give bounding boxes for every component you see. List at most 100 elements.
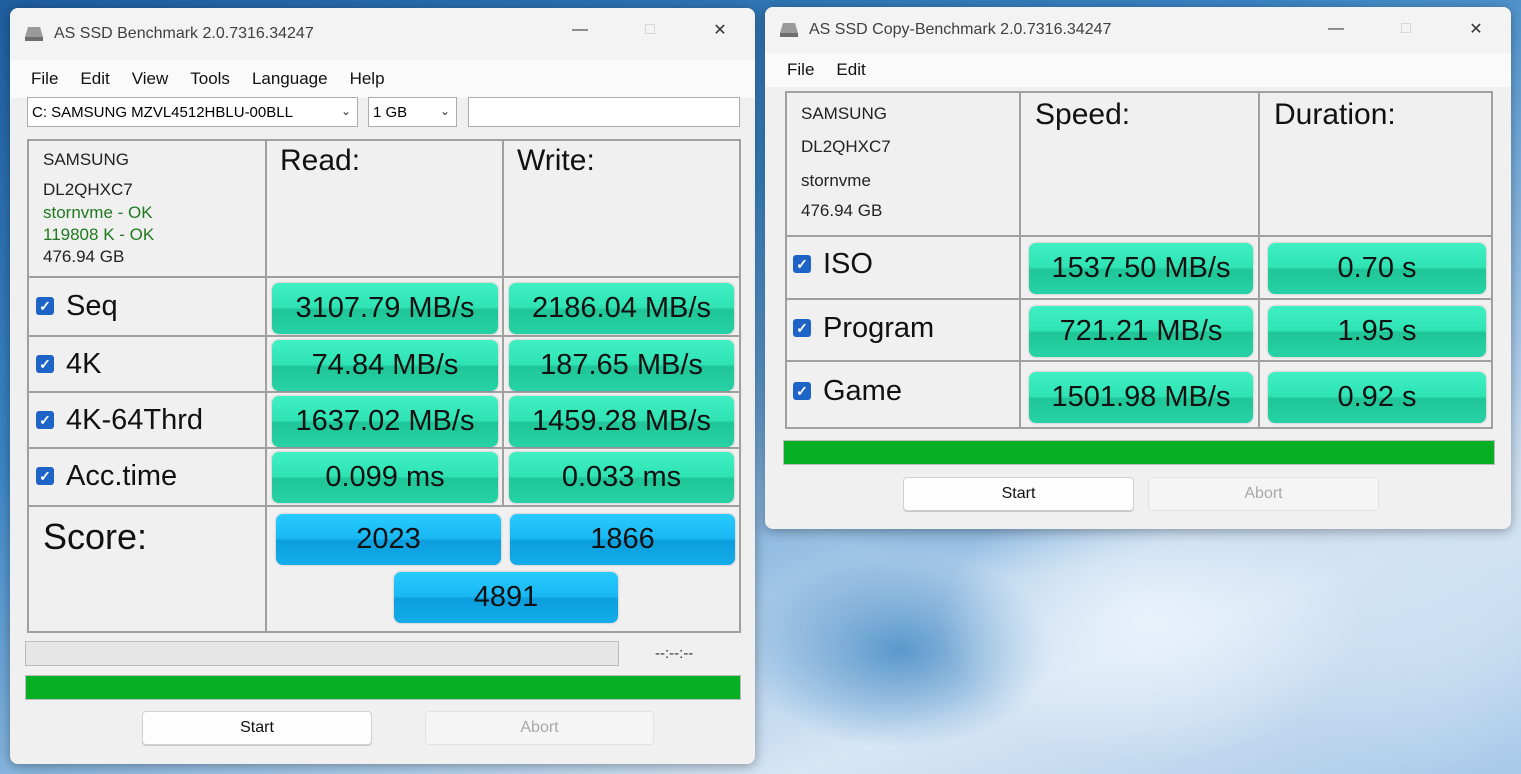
row-label: Seq xyxy=(66,289,118,322)
read-score: 2023 xyxy=(276,514,501,565)
start-button[interactable]: Start xyxy=(903,477,1134,511)
size-select[interactable]: 1 GB ⌄ xyxy=(368,97,457,127)
total-progress-fill xyxy=(26,676,740,699)
maximize-icon: □ xyxy=(1401,20,1411,37)
checkbox-checked-icon[interactable]: ✓ xyxy=(793,382,811,400)
acctime-read-result: 0.099 ms xyxy=(272,452,498,503)
write-score: 1866 xyxy=(510,514,735,565)
drive-model: SAMSUNG xyxy=(43,150,129,169)
seq-write-result: 2186.04 MB/s xyxy=(509,283,734,334)
checkbox-checked-icon[interactable]: ✓ xyxy=(793,255,811,273)
speed-header-cell: Speed: xyxy=(1020,92,1259,236)
benchmark-titlebar[interactable]: AS SSD Benchmark 2.0.7316.34247 — □ ✕ xyxy=(10,8,755,60)
maximize-icon: □ xyxy=(645,21,655,38)
alignment-status: 119808 K - OK xyxy=(43,225,155,244)
driver-name: stornvme xyxy=(801,171,871,190)
game-duration-result: 0.92 s xyxy=(1268,372,1486,423)
menu-edit[interactable]: Edit xyxy=(69,69,120,89)
close-button[interactable]: ✕ xyxy=(685,8,755,52)
checkbox-checked-icon[interactable]: ✓ xyxy=(36,411,54,429)
menu-view[interactable]: View xyxy=(121,69,180,89)
minimize-button[interactable]: — xyxy=(545,8,615,52)
maximize-button[interactable]: □ xyxy=(1371,7,1441,51)
close-icon: ✕ xyxy=(1469,21,1483,38)
4k-read-result: 74.84 MB/s xyxy=(272,340,498,391)
4k64-test-toggle[interactable]: ✓ 4K-64Thrd xyxy=(36,401,203,439)
write-header: Write: xyxy=(517,144,595,177)
results-grid: SAMSUNG DL2QHXC7 stornvme - OK 119808 K … xyxy=(27,139,741,633)
4k64-write-result: 1459.28 MB/s xyxy=(509,396,734,447)
read-header: Read: xyxy=(280,144,361,177)
copy-titlebar[interactable]: AS SSD Copy-Benchmark 2.0.7316.34247 — □… xyxy=(765,7,1511,53)
seq-test-toggle[interactable]: ✓ Seq xyxy=(36,287,118,325)
close-button[interactable]: ✕ xyxy=(1441,7,1511,51)
minimize-icon: — xyxy=(572,21,588,38)
driver-status: stornvme - OK xyxy=(43,203,153,222)
maximize-button[interactable]: □ xyxy=(615,8,685,52)
acctime-test-toggle[interactable]: ✓ Acc.time xyxy=(36,457,177,495)
checkbox-checked-icon[interactable]: ✓ xyxy=(36,297,54,315)
total-progress-track xyxy=(25,675,741,700)
copy-title: AS SSD Copy-Benchmark 2.0.7316.34247 xyxy=(809,21,1112,38)
duration-header: Duration: xyxy=(1274,98,1396,131)
drive-firmware: DL2QHXC7 xyxy=(801,137,891,156)
minimize-icon: — xyxy=(1328,20,1344,37)
copy-progress-fill xyxy=(784,441,1494,464)
copy-results-grid: SAMSUNG DL2QHXC7 stornvme 476.94 GB Spee… xyxy=(785,91,1493,429)
checkbox-checked-icon[interactable]: ✓ xyxy=(36,355,54,373)
seq-read-result: 3107.79 MB/s xyxy=(272,283,498,334)
row-label: Program xyxy=(823,311,935,344)
iso-test-toggle[interactable]: ✓ ISO xyxy=(793,245,873,283)
elapsed-timer: --:--:-- xyxy=(655,645,694,662)
menu-language[interactable]: Language xyxy=(241,69,339,89)
drive-info-panel: SAMSUNG DL2QHXC7 stornvme - OK 119808 K … xyxy=(28,140,266,277)
drive-capacity: 476.94 GB xyxy=(43,247,125,266)
drive-capacity: 476.94 GB xyxy=(801,201,883,220)
abort-button[interactable]: Abort xyxy=(1148,477,1379,511)
copy-menubar: File Edit xyxy=(765,53,1511,87)
menu-tools[interactable]: Tools xyxy=(179,69,241,89)
program-speed-result: 721.21 MB/s xyxy=(1029,306,1253,357)
abort-button[interactable]: Abort xyxy=(425,711,654,745)
status-textbox[interactable] xyxy=(468,97,740,127)
drive-icon xyxy=(779,22,799,38)
menu-help[interactable]: Help xyxy=(339,69,396,89)
read-header-cell: Read: xyxy=(266,140,503,277)
start-button[interactable]: Start xyxy=(142,711,372,745)
chevron-down-icon: ⌄ xyxy=(340,104,351,118)
speed-header: Speed: xyxy=(1035,98,1131,131)
score-label: Score: xyxy=(43,516,148,557)
benchmark-menubar: File Edit View Tools Language Help xyxy=(10,60,755,98)
4k-test-toggle[interactable]: ✓ 4K xyxy=(36,345,101,383)
minimize-button[interactable]: — xyxy=(1301,7,1371,51)
iso-duration-result: 0.70 s xyxy=(1268,243,1486,294)
program-test-toggle[interactable]: ✓ Program xyxy=(793,309,934,347)
drive-icon xyxy=(24,26,44,42)
row-label: Acc.time xyxy=(66,459,178,492)
row-label: ISO xyxy=(823,247,873,280)
checkbox-checked-icon[interactable]: ✓ xyxy=(36,467,54,485)
4k64-read-result: 1637.02 MB/s xyxy=(272,396,498,447)
row-label: 4K-64Thrd xyxy=(66,403,204,436)
drive-model: SAMSUNG xyxy=(801,104,887,123)
drive-select[interactable]: C: SAMSUNG MZVL4512HBLU-00BLL ⌄ xyxy=(27,97,358,127)
program-duration-result: 1.95 s xyxy=(1268,306,1486,357)
game-test-toggle[interactable]: ✓ Game xyxy=(793,372,902,410)
test-progress-bar xyxy=(25,641,619,666)
menu-file[interactable]: File xyxy=(776,60,825,80)
checkbox-checked-icon[interactable]: ✓ xyxy=(793,319,811,337)
benchmark-title: AS SSD Benchmark 2.0.7316.34247 xyxy=(54,25,314,42)
drive-firmware: DL2QHXC7 xyxy=(43,180,133,199)
chevron-down-icon: ⌄ xyxy=(439,104,450,118)
row-label: 4K xyxy=(66,347,102,380)
iso-speed-result: 1537.50 MB/s xyxy=(1029,243,1253,294)
drive-select-value: C: SAMSUNG MZVL4512HBLU-00BLL xyxy=(32,103,293,121)
benchmark-window: AS SSD Benchmark 2.0.7316.34247 — □ ✕ Fi… xyxy=(10,8,755,764)
menu-file[interactable]: File xyxy=(20,69,69,89)
copy-progress-track xyxy=(783,440,1495,465)
game-speed-result: 1501.98 MB/s xyxy=(1029,372,1253,423)
drive-info-panel: SAMSUNG DL2QHXC7 stornvme 476.94 GB xyxy=(786,92,1020,236)
menu-edit[interactable]: Edit xyxy=(825,60,876,80)
size-select-value: 1 GB xyxy=(373,103,408,121)
copy-benchmark-window: AS SSD Copy-Benchmark 2.0.7316.34247 — □… xyxy=(765,7,1511,529)
